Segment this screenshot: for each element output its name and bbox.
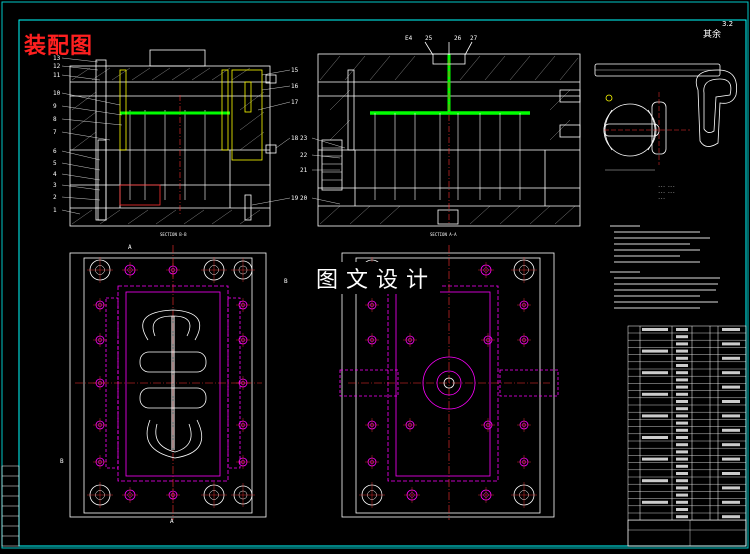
- svg-text:11: 11: [53, 72, 61, 79]
- revision-strip: [1, 465, 20, 547]
- svg-text:27: 27: [470, 35, 478, 42]
- section-b-caption: SECTION B-B: [160, 232, 187, 237]
- part-numbers-right: 23 22 21 20: [300, 135, 308, 202]
- svg-text:12: 12: [53, 63, 61, 70]
- svg-text:23: 23: [300, 135, 308, 142]
- plan-holes-right: [359, 257, 537, 508]
- svg-text:15: 15: [291, 67, 299, 74]
- watermark-text: 图文设计: [312, 262, 441, 294]
- svg-text:19: 19: [291, 195, 299, 202]
- part-notes: --- ------ ------: [658, 184, 675, 201]
- svg-text:16: 16: [291, 83, 299, 90]
- part-numbers-mid-right: 15 16 17 18 19: [291, 67, 299, 202]
- svg-text:2: 2: [53, 194, 57, 201]
- svg-text:5: 5: [53, 160, 57, 167]
- svg-text:A: A: [128, 244, 132, 251]
- svg-text:--- ---: --- ---: [658, 184, 675, 189]
- svg-text:8: 8: [53, 116, 57, 123]
- section-a-view: [317, 41, 581, 227]
- svg-text:26: 26: [454, 35, 462, 42]
- svg-text:25: 25: [425, 35, 433, 42]
- svg-text:17: 17: [291, 99, 299, 106]
- bom-rows: [627, 328, 747, 547]
- svg-text:10: 10: [53, 90, 61, 97]
- svg-text:B: B: [284, 278, 288, 285]
- svg-text:22: 22: [300, 152, 308, 159]
- roughness-value: 3.2: [722, 20, 734, 28]
- svg-text:18: 18: [291, 135, 299, 142]
- svg-text:21: 21: [300, 167, 308, 174]
- cad-drawing-sheet: SECTION B-B 13 12 11 10 9 8 765 432 1 15 16 17…: [0, 0, 750, 550]
- svg-text:20: 20: [300, 195, 308, 202]
- svg-text:6: 6: [53, 148, 57, 155]
- svg-text:3: 3: [53, 182, 57, 189]
- svg-text:1: 1: [53, 207, 57, 214]
- section-a-caption: SECTION A-A: [430, 232, 457, 237]
- svg-text:4: 4: [53, 171, 57, 178]
- svg-text:--- ---: --- ---: [658, 190, 675, 195]
- surface-finish-label: 其余: [703, 30, 722, 40]
- plan-view-moving-half: [69, 245, 267, 520]
- svg-text:B: B: [60, 458, 64, 465]
- svg-text:7: 7: [53, 129, 57, 136]
- svg-text:---: ---: [658, 196, 665, 201]
- leader-lines-left: [61, 57, 123, 215]
- svg-text:E4: E4: [405, 35, 413, 42]
- title-block: [627, 519, 747, 547]
- section-b-view: [69, 49, 277, 227]
- part-detail-view: [594, 63, 737, 171]
- technical-requirements: [610, 225, 720, 309]
- svg-text:9: 9: [53, 103, 57, 110]
- svg-text:A: A: [170, 518, 174, 525]
- drawing-title: 装配图: [24, 34, 94, 59]
- top-labels: E4 25 26 27: [405, 35, 478, 42]
- part-numbers-left: 131211 1098 765 432 1: [53, 55, 61, 214]
